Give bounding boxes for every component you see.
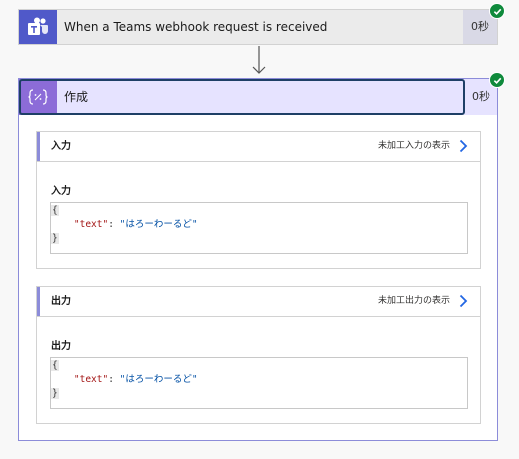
outputs-section-header: 出力 未加工出力の表示 <box>37 287 480 317</box>
inputs-section: 入力 未加工入力の表示 入力 { "text": "はろーわーるど" } <box>36 131 481 269</box>
json-close-brace: } <box>51 388 59 399</box>
outputs-header-label: 出力 <box>51 296 71 307</box>
json-open-brace: { <box>51 205 59 216</box>
json-colon: : <box>108 219 120 230</box>
success-check-icon <box>489 72 505 88</box>
connector-arrow-icon <box>252 46 266 74</box>
teams-icon <box>19 10 57 44</box>
compose-header[interactable]: 作成 0秒 <box>19 79 497 115</box>
json-value: "はろーわーるど" <box>119 219 198 230</box>
outputs-label: 出力 <box>51 341 71 352</box>
outputs-section: 出力 未加工出力の表示 出力 { "text": "はろーわーるど" } <box>36 286 481 424</box>
compose-card: 作成 0秒 入力 未加工入力の表示 入力 { "text": "はろーわーるど"… <box>18 78 498 441</box>
show-raw-inputs-link[interactable]: 未加工入力の表示 <box>378 132 450 160</box>
trigger-card[interactable]: When a Teams webhook request is received… <box>18 9 498 45</box>
inputs-label: 入力 <box>51 186 71 197</box>
chevron-right-icon[interactable] <box>459 294 468 308</box>
json-close-brace: } <box>51 233 59 244</box>
outputs-json-viewer[interactable]: { "text": "はろーわーるど" } <box>50 357 468 409</box>
show-raw-outputs-link[interactable]: 未加工出力の表示 <box>378 287 450 315</box>
inputs-header-label: 入力 <box>51 141 71 152</box>
trigger-title: When a Teams webhook request is received <box>64 20 328 34</box>
inputs-json-viewer[interactable]: { "text": "はろーわーるど" } <box>50 202 468 254</box>
json-value: "はろーわーるど" <box>119 374 198 385</box>
json-key: "text" <box>73 219 109 230</box>
json-open-brace: { <box>51 360 59 371</box>
json-colon: : <box>108 374 120 385</box>
success-check-icon <box>489 3 505 19</box>
chevron-right-icon[interactable] <box>459 139 468 153</box>
inputs-section-header: 入力 未加工入力の表示 <box>37 132 480 162</box>
compose-focus-ring <box>19 79 465 115</box>
json-key: "text" <box>73 374 109 385</box>
